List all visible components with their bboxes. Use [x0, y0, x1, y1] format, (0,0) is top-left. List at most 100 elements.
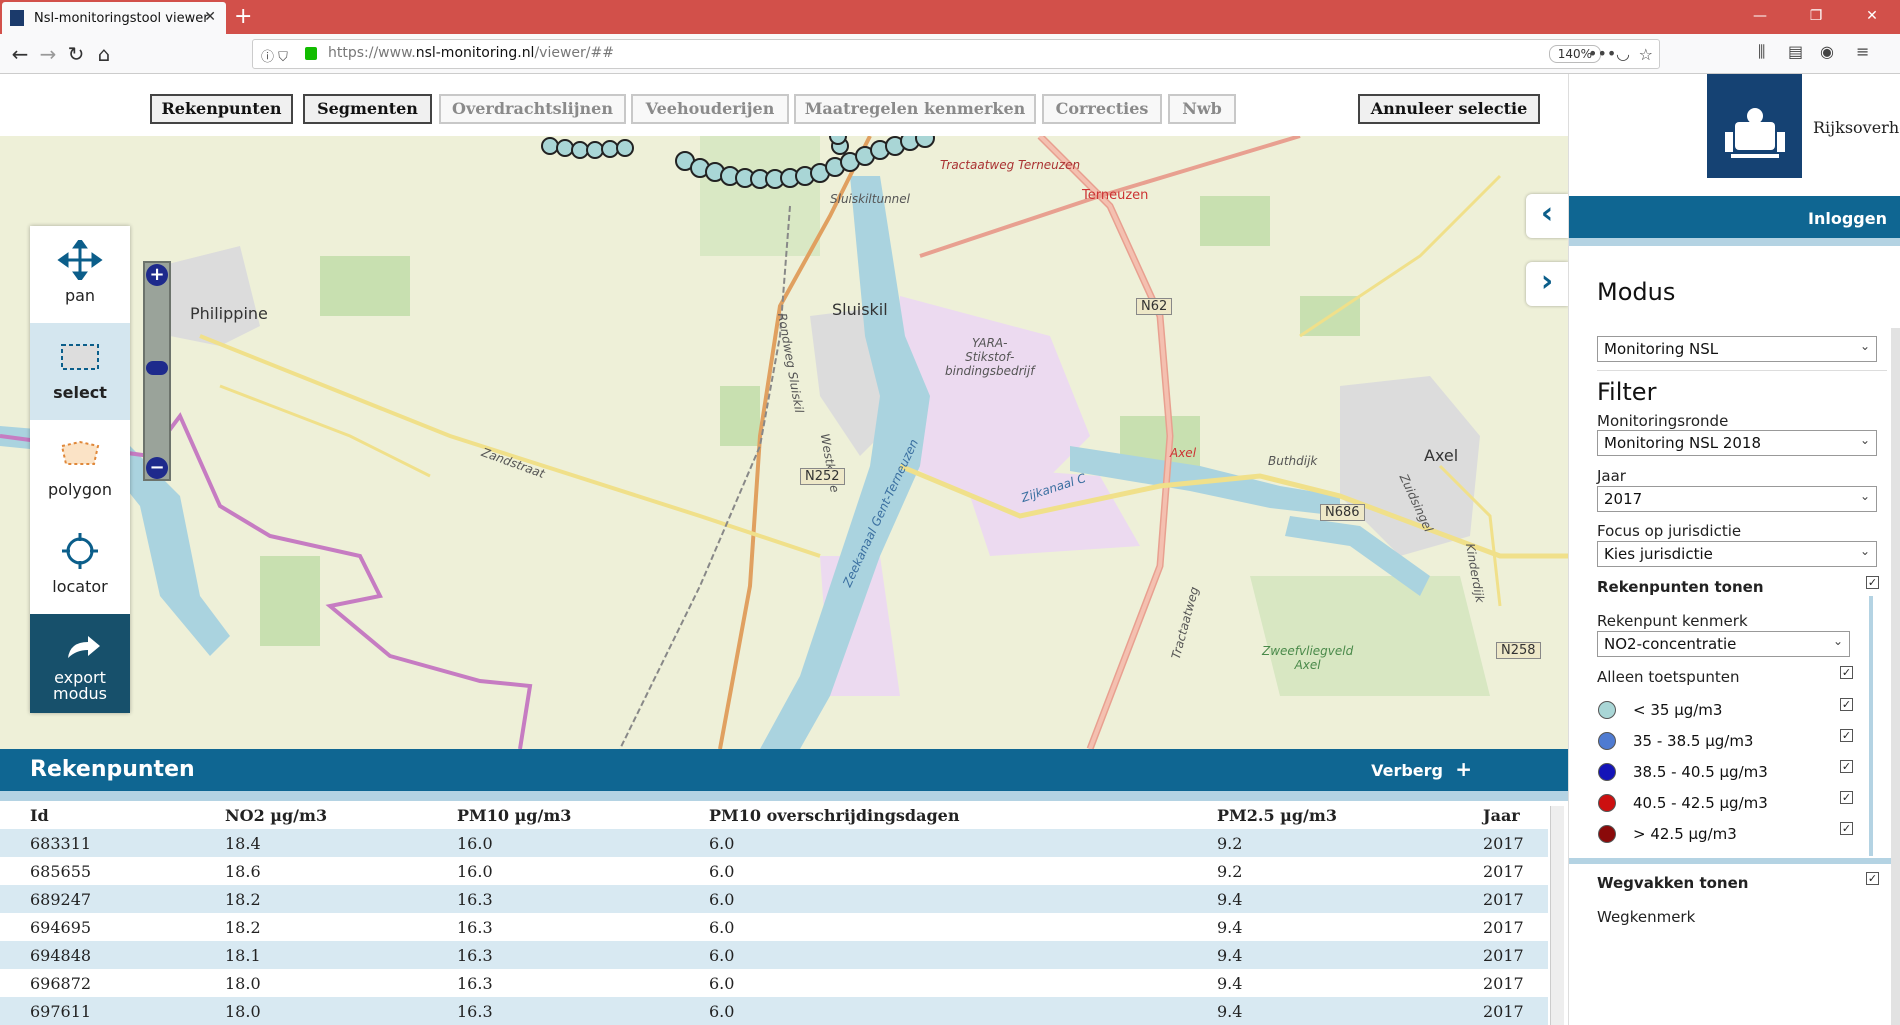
cell-pm25: 9.4	[1187, 941, 1453, 969]
legend-checkbox[interactable]: ✓	[1840, 760, 1853, 773]
cell-id: 683311	[0, 829, 195, 857]
table-row[interactable]: 694695 18.2 16.3 6.0 9.4 2017	[0, 913, 1548, 941]
column-header[interactable]: Id	[0, 801, 195, 829]
zoom-handle[interactable]	[146, 361, 168, 375]
column-header[interactable]: PM10 overschrijdingsdagen	[679, 801, 1187, 829]
layer-button-segmenten[interactable]: Segmenten	[303, 94, 432, 124]
select-tool[interactable]: select	[30, 323, 130, 420]
panel-plus-icon[interactable]: +	[1455, 757, 1472, 781]
cell-jaar: 2017	[1453, 885, 1548, 913]
expand-right-arrow-icon[interactable]: ›	[1526, 262, 1568, 306]
rekenpunt-kenmerk-select[interactable]: NO2-concentratie ⌄	[1597, 631, 1850, 657]
table-row[interactable]: 685655 18.6 16.0 6.0 9.2 2017	[0, 857, 1548, 885]
road-shield-n686: N686	[1320, 504, 1365, 521]
cell-pm25: 9.2	[1187, 829, 1453, 857]
legend-checkbox[interactable]: ✓	[1840, 791, 1853, 804]
table-scrollbar[interactable]	[1550, 806, 1564, 1025]
back-icon[interactable]: ←	[6, 40, 34, 68]
table-row[interactable]: 689247 18.2 16.3 6.0 9.4 2017	[0, 885, 1548, 913]
cell-pm10: 16.3	[427, 941, 679, 969]
collapse-left-arrow-icon[interactable]: ‹	[1526, 194, 1568, 238]
table-row[interactable]: 696872 18.0 16.3 6.0 9.4 2017	[0, 969, 1548, 997]
wegvakken-tonen-checkbox[interactable]: ✓	[1866, 872, 1879, 885]
layer-button-veehouderijen[interactable]: Veehouderijen	[631, 94, 789, 124]
jurisdictie-value: Kies jurisdictie	[1604, 545, 1713, 563]
cell-pm10: 16.3	[457, 917, 493, 937]
rekenpunten-tonen-checkbox[interactable]: ✓	[1866, 576, 1879, 589]
cell-pm10-days: 6.0	[679, 829, 1187, 857]
page-actions-icon[interactable]: •••	[1588, 44, 1616, 63]
cancel-selection-button[interactable]: Annuleer selectie	[1358, 94, 1540, 124]
locator-tool[interactable]: locator	[30, 517, 130, 614]
cell-jaar: 2017	[1483, 973, 1524, 993]
toetspunten-label: Alleen toetspunten	[1597, 668, 1740, 686]
section-divider	[1569, 858, 1891, 864]
layer-button-nwb[interactable]: Nwb	[1168, 94, 1236, 124]
polygon-tool[interactable]: polygon	[30, 420, 130, 517]
export-mode-tool[interactable]: export modus	[30, 614, 130, 713]
cell-id: 696872	[30, 973, 92, 993]
home-icon[interactable]: ⌂	[90, 40, 118, 68]
hide-panel-link[interactable]: Verberg	[1371, 761, 1443, 780]
layer-button-correcties[interactable]: Correcties	[1042, 94, 1162, 124]
zoom-in-button[interactable]: +	[146, 264, 168, 286]
column-header[interactable]: Jaar	[1453, 801, 1548, 829]
cell-pm10-days: 6.0	[709, 861, 735, 881]
url-bar[interactable]: ⓘ ⛉ https://www.nsl-monitoring.nl/viewer…	[252, 39, 1660, 69]
restore-icon[interactable]: ❐	[1788, 0, 1844, 34]
sidebar-scrollbar[interactable]	[1891, 328, 1900, 1025]
new-tab-button[interactable]: +	[234, 4, 252, 29]
tab-title: Nsl-monitoringstool viewer	[34, 10, 209, 26]
legend-checkbox[interactable]: ✓	[1840, 822, 1853, 835]
jaar-select[interactable]: 2017 ⌄	[1597, 486, 1877, 512]
table-row[interactable]: 694848 18.1 16.3 6.0 9.4 2017	[0, 941, 1548, 969]
pocket-icon[interactable]: ◡	[1616, 44, 1630, 63]
toetspunten-checkbox[interactable]: ✓	[1840, 666, 1853, 679]
sidebar-icon[interactable]: ▤	[1788, 42, 1803, 61]
jurisdictie-label: Focus op jurisdictie	[1597, 522, 1742, 540]
reload-icon[interactable]: ↻	[62, 40, 90, 68]
site-info-icon[interactable]: ⓘ ⛉	[261, 46, 288, 65]
legend-checkbox[interactable]: ✓	[1840, 698, 1853, 711]
chevron-down-icon: ⌄	[1859, 489, 1870, 503]
legend-dot	[1598, 763, 1616, 781]
monitoringsronde-value: Monitoring NSL 2018	[1604, 434, 1762, 452]
polygon-label: polygon	[48, 480, 112, 499]
layer-button-maatregelen-kenmerken[interactable]: Maatregelen kenmerken	[794, 94, 1036, 124]
map-label-axel-red: Axel	[1170, 446, 1197, 460]
column-header[interactable]: PM10 µg/m3	[427, 801, 679, 829]
chevron-down-icon: ⌄	[1832, 634, 1843, 648]
bookmark-star-icon[interactable]: ☆	[1639, 45, 1653, 64]
legend-label: 38.5 - 40.5 µg/m3	[1633, 763, 1768, 781]
forward-icon[interactable]: →	[34, 40, 62, 68]
locator-icon	[30, 531, 130, 571]
library-icon[interactable]: ⫼	[1758, 42, 1765, 62]
close-window-icon[interactable]: ✕	[1844, 0, 1900, 34]
cell-no2: 18.2	[195, 885, 427, 913]
zoom-out-button[interactable]: −	[146, 457, 168, 479]
table-row[interactable]: 697611 18.0 16.3 6.0 9.4 2017	[0, 997, 1548, 1025]
cell-id: 694695	[30, 917, 92, 937]
login-button[interactable]: Inloggen	[1569, 196, 1900, 238]
layer-button-overdrachtslijnen[interactable]: Overdrachtslijnen	[439, 94, 626, 124]
select-label: select	[53, 383, 107, 402]
menu-icon[interactable]: ≡	[1856, 42, 1869, 61]
tab-close-icon[interactable]: ✕	[204, 9, 216, 25]
layer-button-rekenpunten[interactable]: Rekenpunten	[150, 94, 293, 124]
column-header[interactable]: NO2 µg/m3	[195, 801, 427, 829]
legend-checkbox[interactable]: ✓	[1840, 729, 1853, 742]
map-toolbox: pan select polygon locator export modus	[30, 226, 130, 713]
monitoringsronde-select[interactable]: Monitoring NSL 2018 ⌄	[1597, 430, 1877, 456]
minimize-icon[interactable]: —	[1732, 0, 1788, 34]
modus-select[interactable]: Monitoring NSL ⌄	[1597, 336, 1877, 362]
cell-no2: 18.2	[225, 917, 261, 937]
browser-tab[interactable]: Nsl-monitoringstool viewer ✕	[2, 2, 226, 34]
map-canvas[interactable]: Philippine Sluiskil Axel Terneuzen Tract…	[0, 136, 1568, 749]
account-icon[interactable]: ◉	[1820, 42, 1834, 61]
table-row[interactable]: 683311 18.4 16.0 6.0 9.2 2017	[0, 829, 1548, 857]
pan-tool[interactable]: pan	[30, 226, 130, 323]
column-header[interactable]: PM2.5 µg/m3	[1187, 801, 1453, 829]
map-label-buthdijk: Buthdijk	[1268, 454, 1318, 468]
jurisdictie-select[interactable]: Kies jurisdictie ⌄	[1597, 541, 1877, 567]
zoom-slider[interactable]: + −	[143, 261, 171, 481]
